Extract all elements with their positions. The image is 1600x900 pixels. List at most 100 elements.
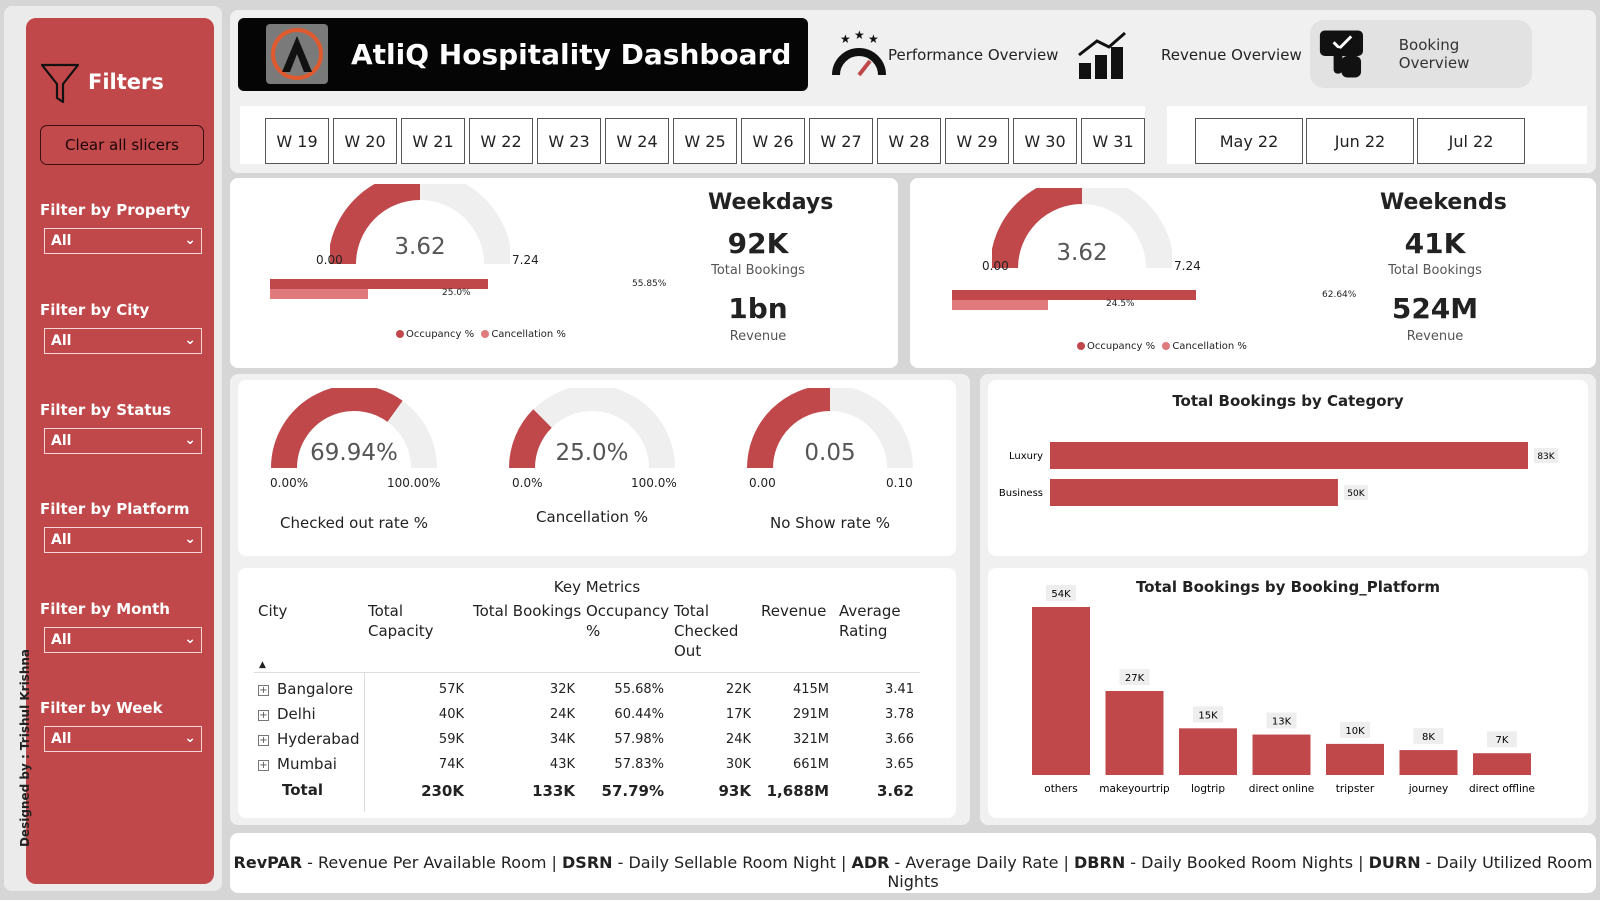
month-button[interactable]: Jul 22 xyxy=(1417,118,1525,164)
sidebar: Filters Clear all slicers Filter by Prop… xyxy=(4,6,222,891)
column-header-checked-out[interactable]: Total Checked Out xyxy=(674,601,744,661)
table-cell: 40K xyxy=(438,707,464,722)
table-cell: 22K xyxy=(725,682,751,697)
property-select[interactable]: All ⌄ xyxy=(44,228,202,254)
chevron-down-icon: ⌄ xyxy=(184,730,196,746)
expand-icon[interactable]: + xyxy=(258,710,269,721)
city-cell[interactable]: + Bangalore xyxy=(258,680,353,698)
total-cell: 57.79% xyxy=(601,782,664,800)
week-button[interactable]: W 22 xyxy=(469,118,533,164)
gauge-min-label: 0.00 xyxy=(982,259,1009,273)
title-banner: AtliQ Hospitality Dashboard xyxy=(238,18,808,91)
status-select[interactable]: All ⌄ xyxy=(44,428,202,454)
week-button[interactable]: W 31 xyxy=(1081,118,1145,164)
category-chart: Total Bookings by Category Luxury 83K Busi… xyxy=(988,380,1588,556)
column-header-city[interactable]: City xyxy=(258,601,287,621)
weekdays-revenue-label: Revenue xyxy=(729,329,787,344)
month-button[interactable]: May 22 xyxy=(1195,118,1303,164)
header-divider xyxy=(254,672,920,673)
occupancy-bar xyxy=(952,290,1197,300)
filter-property-label: Filter by Property xyxy=(40,201,191,219)
city-cell[interactable]: + Hyderabad xyxy=(258,730,360,748)
total-cell: 230K xyxy=(421,782,464,800)
week-button[interactable]: W 19 xyxy=(265,118,329,164)
city-cell[interactable]: + Mumbai xyxy=(258,755,337,773)
column-divider xyxy=(364,672,365,812)
platform-bar[interactable] xyxy=(1326,743,1384,775)
column-header-occupancy[interactable]: Occupancy % xyxy=(586,601,669,641)
column-header-capacity[interactable]: Total Capacity xyxy=(368,601,468,641)
week-select[interactable]: All ⌄ xyxy=(44,726,202,752)
platform-label: direct offline xyxy=(1469,783,1535,795)
platform-bar[interactable] xyxy=(1032,607,1090,775)
week-button[interactable]: W 23 xyxy=(537,118,601,164)
week-button[interactable]: W 21 xyxy=(401,118,465,164)
table-cell: 34K xyxy=(549,732,575,747)
expand-icon[interactable]: + xyxy=(258,735,269,746)
table-cell: 17K xyxy=(725,707,751,722)
nav-revenue-label: Revenue Overview xyxy=(1161,45,1302,64)
week-button[interactable]: W 25 xyxy=(673,118,737,164)
total-cell: 1,688M xyxy=(766,782,829,800)
gauge-max-label: 7.24 xyxy=(1174,259,1201,273)
column-header-revenue[interactable]: Revenue xyxy=(761,601,831,621)
weekends-card: 3.62 0.00 7.24 62.64% 24.5% Occupancy % … xyxy=(910,178,1596,368)
header: AtliQ Hospitality Dashboard ★ ★ ★ Performa… xyxy=(230,10,1596,173)
gauge-min-label: 0.0% xyxy=(512,476,543,490)
nav-booking-overview[interactable]: Booking Overview xyxy=(1310,20,1532,88)
week-button[interactable]: W 27 xyxy=(809,118,873,164)
city-cell[interactable]: + Delhi xyxy=(258,705,316,723)
table-cell: 3.65 xyxy=(885,757,914,772)
platform-bar[interactable] xyxy=(1105,691,1164,775)
column-header-bookings[interactable]: Total Bookings xyxy=(473,601,583,621)
data-label: 83K xyxy=(1537,452,1555,462)
chevron-down-icon: ⌄ xyxy=(184,531,196,547)
city-select[interactable]: All ⌄ xyxy=(44,328,202,354)
platform-bar[interactable] xyxy=(1473,753,1531,775)
platform-select[interactable]: All ⌄ xyxy=(44,527,202,553)
table-cell: 24K xyxy=(725,732,751,747)
week-button[interactable]: W 20 xyxy=(333,118,397,164)
category-bar[interactable] xyxy=(1050,479,1338,506)
clear-all-slicers-button[interactable]: Clear all slicers xyxy=(40,125,204,165)
platform-label: makeyourtrip xyxy=(1099,783,1170,795)
platform-bar[interactable] xyxy=(1399,750,1458,775)
key-metrics-table: Key Metrics City Total Capacity Total Bo… xyxy=(238,568,956,818)
table-cell: 30K xyxy=(725,757,751,772)
data-label: 15K xyxy=(1198,710,1218,721)
platform-bar[interactable] xyxy=(1179,728,1237,775)
table-cell: 3.78 xyxy=(885,707,914,722)
gauge-min-label: 0.00 xyxy=(316,253,343,267)
table-cell: 74K xyxy=(438,757,464,772)
city-select-value: All xyxy=(51,333,72,349)
week-button[interactable]: W 28 xyxy=(877,118,941,164)
filter-platform-label: Filter by Platform xyxy=(40,500,190,518)
filter-status-label: Filter by Status xyxy=(40,401,172,419)
nav-performance-overview[interactable]: ★ ★ ★ Performance Overview xyxy=(830,18,1058,91)
week-button[interactable]: W 26 xyxy=(741,118,805,164)
glossary-abbr: DBRN xyxy=(1074,853,1126,872)
chevron-down-icon: ⌄ xyxy=(184,332,196,348)
month-select[interactable]: All ⌄ xyxy=(44,627,202,653)
platform-bar[interactable] xyxy=(1252,734,1311,775)
data-label: 7K xyxy=(1496,735,1509,746)
category-bar[interactable] xyxy=(1050,442,1528,469)
table-cell: 661M xyxy=(792,757,829,772)
cancellation-label: Cancellation % xyxy=(536,508,648,526)
week-button[interactable]: W 30 xyxy=(1013,118,1077,164)
legend-cancellation: Cancellation % xyxy=(1172,341,1247,352)
expand-icon[interactable]: + xyxy=(258,760,269,771)
column-header-rating[interactable]: Average Rating xyxy=(839,601,909,641)
weekends-bookings-label: Total Bookings xyxy=(1388,263,1482,278)
sort-ascending-icon[interactable]: ▲ xyxy=(259,660,266,670)
checked-out-value: 69.94% xyxy=(310,440,398,466)
week-button[interactable]: W 24 xyxy=(605,118,669,164)
nav-booking-label: Booking Overview xyxy=(1398,36,1470,72)
nav-revenue-overview[interactable]: Revenue Overview xyxy=(1075,18,1302,91)
legend-cancellation: Cancellation % xyxy=(491,329,566,340)
charts-panel: Total Bookings by Category Luxury 83K Busi… xyxy=(980,374,1596,825)
data-label: 27K xyxy=(1125,673,1145,684)
week-button[interactable]: W 29 xyxy=(945,118,1009,164)
month-button[interactable]: Jun 22 xyxy=(1306,118,1414,164)
expand-icon[interactable]: + xyxy=(258,685,269,696)
